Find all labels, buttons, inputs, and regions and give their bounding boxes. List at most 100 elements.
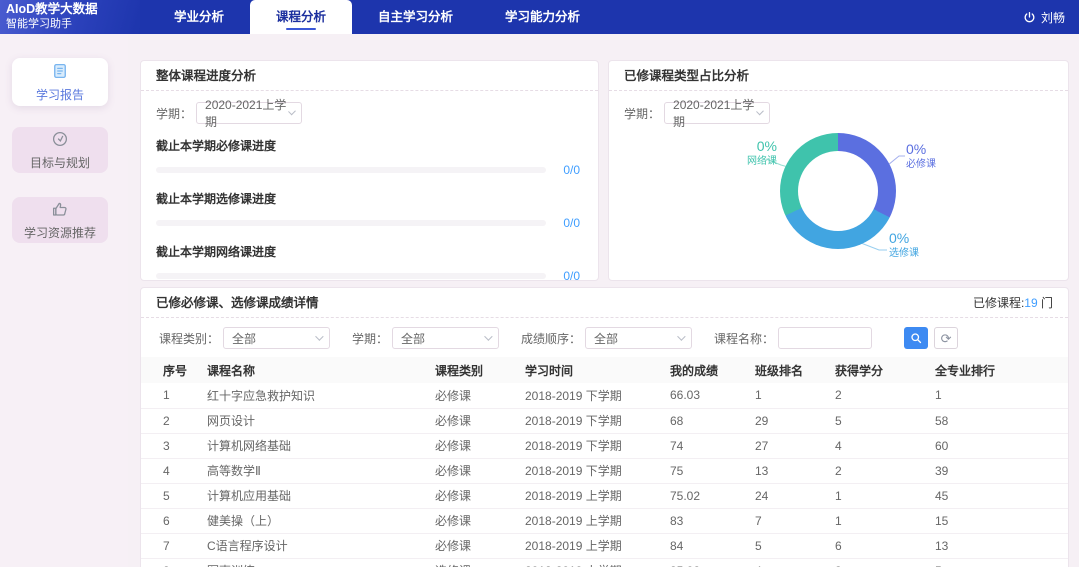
- table-cell: 85.02: [666, 558, 751, 567]
- progress-value: 0/0: [556, 216, 580, 230]
- table-cell: 7: [141, 533, 203, 558]
- table-row: 3计算机网络基础必修课2018-2019 下学期7427460: [141, 433, 1068, 458]
- table-cell: 68: [666, 408, 751, 433]
- semester-filter-row: 学期： 2020-2021上学期: [156, 102, 598, 124]
- progress-value: 0/0: [556, 269, 580, 283]
- semester-label: 学期：: [156, 105, 192, 122]
- table-cell: 2018-2019 上学期: [521, 558, 666, 567]
- progress-value: 0/0: [556, 163, 580, 177]
- progress-item-online: 截止本学期网络课进度 0/0: [156, 243, 580, 283]
- course-type-select[interactable]: 全部: [223, 327, 330, 349]
- table-row: 6健美操（上）必修课2018-2019 上学期837115: [141, 508, 1068, 533]
- chevron-down-icon: [484, 332, 492, 340]
- table-cell: 84: [666, 533, 751, 558]
- donut-label-online: 0% 网络课: [725, 139, 777, 167]
- table-cell: 网页设计: [203, 408, 431, 433]
- table-cell: 4: [141, 458, 203, 483]
- sidebar-item-label: 目标与规划: [30, 154, 90, 171]
- progress-panel: 整体课程进度分析 学期： 2020-2021上学期 截止本学期必修课进度 0/0…: [140, 60, 599, 281]
- sidebar-item-learning-report[interactable]: 学习报告: [12, 58, 108, 106]
- progress-bar: [156, 273, 546, 279]
- table-cell: 1: [751, 383, 831, 408]
- table-cell: 39: [931, 458, 1068, 483]
- app-header: AIoD教学大数据 智能学习助手 学业分析 课程分析 自主学习分析 学习能力分析…: [0, 0, 1079, 34]
- search-icon: [910, 332, 922, 344]
- table-cell: 2: [831, 383, 931, 408]
- filter-course-type: 课程类别： 全部: [159, 327, 330, 349]
- tab-course-analysis[interactable]: 课程分析: [250, 0, 352, 34]
- table-cell: 必修课: [431, 383, 521, 408]
- table-cell: 2018-2019 下学期: [521, 433, 666, 458]
- app-subtitle: 智能学习助手: [6, 17, 140, 31]
- table-cell: 2: [141, 408, 203, 433]
- table-cell: 必修课: [431, 483, 521, 508]
- sidebar: 学习报告 目标与规划 学习资源推荐: [0, 34, 128, 567]
- table-cell: 必修课: [431, 408, 521, 433]
- table-cell: 29: [751, 408, 831, 433]
- sidebar-item-label: 学习资源推荐: [24, 224, 96, 241]
- score-order-select[interactable]: 全部: [585, 327, 692, 349]
- progress-item-required: 截止本学期必修课进度 0/0: [156, 137, 580, 177]
- tab-academic-analysis[interactable]: 学业分析: [148, 0, 250, 34]
- table-column-header: 序号: [141, 357, 203, 383]
- course-type-panel-title: 已修课程类型占比分析: [609, 61, 1068, 91]
- sidebar-item-label: 学习报告: [36, 86, 84, 103]
- table-cell: 红十字应急救护知识: [203, 383, 431, 408]
- table-cell: 45: [931, 483, 1068, 508]
- table-cell: 13: [931, 533, 1068, 558]
- refresh-icon: ⟳: [941, 331, 952, 346]
- table-column-header: 课程类别: [431, 357, 521, 383]
- table-cell: 军事训练: [203, 558, 431, 567]
- table-cell: 27: [751, 433, 831, 458]
- table-cell: 2018-2019 下学期: [521, 408, 666, 433]
- tab-learning-ability-analysis[interactable]: 学习能力分析: [479, 0, 606, 34]
- table-column-header: 全专业排行: [931, 357, 1068, 383]
- table-cell: 必修课: [431, 433, 521, 458]
- sidebar-item-goals-planning[interactable]: 目标与规划: [12, 127, 108, 173]
- donut-leader-lines: [609, 123, 1068, 282]
- target-icon: [51, 130, 69, 148]
- course-name-input[interactable]: [778, 327, 872, 349]
- table-cell: 选修课: [431, 558, 521, 567]
- table-cell: 2018-2019 上学期: [521, 533, 666, 558]
- table-cell: 6: [831, 533, 931, 558]
- table-header-row: 序号课程名称课程类别学习时间我的成绩班级排名获得学分全专业排行: [141, 357, 1068, 383]
- table-cell: 1: [831, 483, 931, 508]
- donut-label-elective: 0% 选修课: [889, 231, 919, 259]
- completed-courses-count: 19: [1024, 296, 1037, 310]
- refresh-button[interactable]: ⟳: [934, 327, 958, 349]
- scores-panel: 已修必修课、选修课成绩详情 已修课程:19 门 课程类别： 全部 学期： 全部 …: [140, 287, 1069, 567]
- user-logout-area[interactable]: 刘畅: [1023, 0, 1065, 34]
- main-content: 整体课程进度分析 学期： 2020-2021上学期 截止本学期必修课进度 0/0…: [128, 34, 1079, 567]
- table-cell: 2018-2019 下学期: [521, 383, 666, 408]
- scores-table: 序号课程名称课程类别学习时间我的成绩班级排名获得学分全专业排行 1 红十字应急救护…: [141, 357, 1068, 567]
- power-icon[interactable]: [1023, 11, 1036, 24]
- scores-panel-title: 已修必修课、选修课成绩详情: [156, 288, 319, 317]
- table-cell: 5: [931, 558, 1068, 567]
- semester-label: 学期：: [624, 105, 660, 122]
- filter-score-order: 成绩顺序： 全部: [521, 327, 692, 349]
- table-cell: 2018-2019 上学期: [521, 483, 666, 508]
- progress-panel-title: 整体课程进度分析: [141, 61, 598, 91]
- table-cell: 4: [751, 558, 831, 567]
- table-cell: 高等数学Ⅱ: [203, 458, 431, 483]
- tab-self-study-analysis[interactable]: 自主学习分析: [352, 0, 479, 34]
- chevron-down-icon: [288, 108, 296, 116]
- semester-select[interactable]: 2020-2021上学期: [196, 102, 302, 124]
- table-row: 7C语言程序设计必修课2018-2019 上学期845613: [141, 533, 1068, 558]
- thumbs-up-icon: [51, 200, 69, 218]
- sidebar-item-resource-recommend[interactable]: 学习资源推荐: [12, 197, 108, 243]
- table-cell: 2018-2019 下学期: [521, 458, 666, 483]
- app-title: AIoD教学大数据: [6, 2, 140, 17]
- semester-select[interactable]: 全部: [392, 327, 499, 349]
- table-row: 2网页设计必修课2018-2019 下学期6829558: [141, 408, 1068, 433]
- semester-select[interactable]: 2020-2021上学期: [664, 102, 770, 124]
- table-cell: 1: [931, 383, 1068, 408]
- table-row: 8军事训练选修课2018-2019 上学期85.02435: [141, 558, 1068, 567]
- table-cell: 75: [666, 458, 751, 483]
- table-cell: 5: [751, 533, 831, 558]
- table-body: 1红十字应急救护知识必修课2018-2019 下学期66.031212网页设计必…: [141, 383, 1068, 567]
- table-cell: 24: [751, 483, 831, 508]
- search-button[interactable]: [904, 327, 928, 349]
- filter-semester: 学期： 全部: [352, 327, 499, 349]
